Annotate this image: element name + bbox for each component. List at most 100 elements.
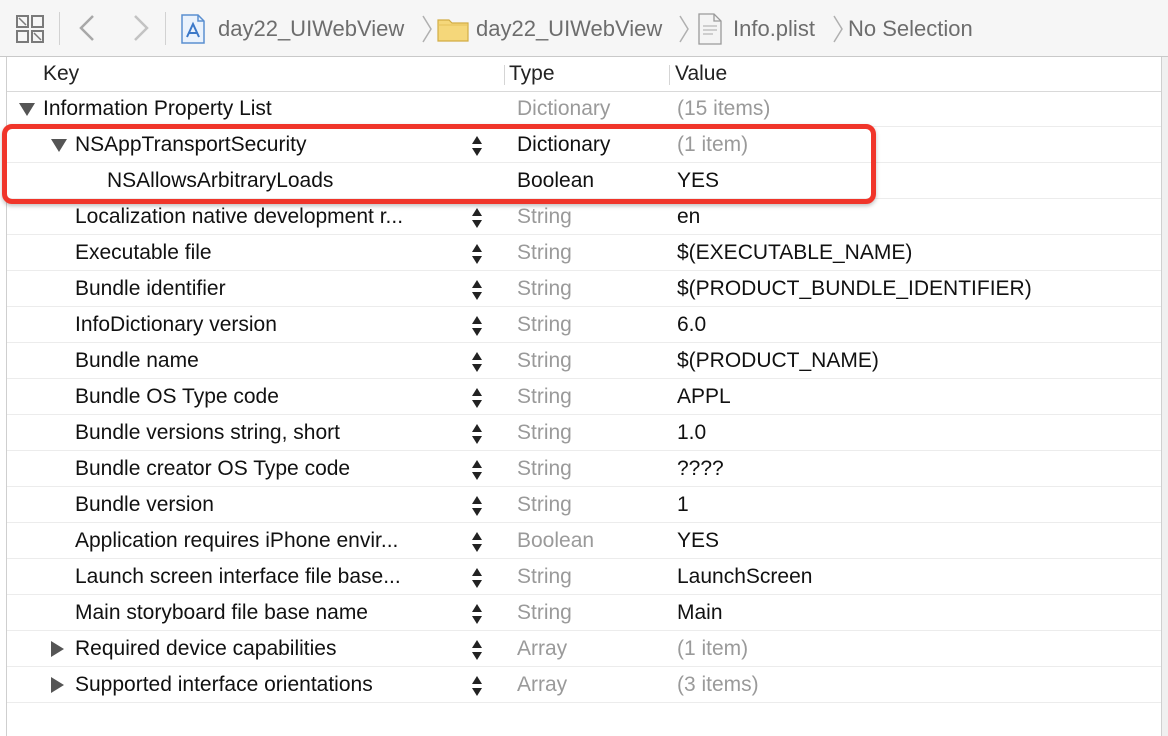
row-value[interactable]: APPL bbox=[677, 379, 731, 414]
row-key[interactable]: Required device capabilities bbox=[75, 631, 337, 666]
row-key[interactable]: Application requires iPhone envir... bbox=[75, 523, 398, 558]
row-key[interactable]: Main storyboard file base name bbox=[75, 595, 368, 630]
table-row[interactable]: NSAllowsArbitraryLoads Boolean YES bbox=[7, 163, 1161, 199]
key-popup-stepper-icon[interactable] bbox=[471, 494, 483, 518]
key-popup-stepper-icon[interactable] bbox=[471, 350, 483, 374]
row-key[interactable]: Bundle identifier bbox=[75, 271, 226, 306]
back-chevron-icon[interactable] bbox=[76, 13, 98, 43]
disclosure-expanded-icon[interactable] bbox=[51, 139, 67, 152]
row-type[interactable]: String bbox=[517, 199, 572, 234]
row-key[interactable]: Localization native development r... bbox=[75, 199, 403, 234]
row-type[interactable]: String bbox=[517, 415, 572, 450]
row-type[interactable]: String bbox=[517, 451, 572, 486]
disclosure-collapsed-icon[interactable] bbox=[51, 641, 64, 657]
table-row[interactable]: InfoDictionary version String 6.0 bbox=[7, 307, 1161, 343]
row-value[interactable]: (15 items) bbox=[677, 91, 770, 126]
row-value[interactable]: $(EXECUTABLE_NAME) bbox=[677, 235, 912, 270]
key-popup-stepper-icon[interactable] bbox=[471, 134, 483, 158]
column-header-key[interactable]: Key bbox=[43, 62, 79, 86]
table-row[interactable]: Supported interface orientations Array (3 … bbox=[7, 667, 1161, 703]
table-row[interactable]: Bundle creator OS Type code String???? bbox=[7, 451, 1161, 487]
table-row[interactable]: Launch screen interface file base... Stri… bbox=[7, 559, 1161, 595]
disclosure-expanded-icon[interactable] bbox=[19, 103, 35, 116]
row-type[interactable]: String bbox=[517, 487, 572, 522]
key-popup-stepper-icon[interactable] bbox=[471, 674, 483, 698]
inspector-edge bbox=[1162, 57, 1168, 736]
key-popup-stepper-icon[interactable] bbox=[471, 422, 483, 446]
table-row[interactable]: Required device capabilities Array (1 item… bbox=[7, 631, 1161, 667]
row-type[interactable]: String bbox=[517, 595, 572, 630]
column-header-type[interactable]: Type bbox=[509, 62, 555, 86]
row-value[interactable]: YES bbox=[677, 523, 719, 558]
breadcrumb-file[interactable]: Info.plist bbox=[733, 0, 815, 57]
column-divider[interactable] bbox=[669, 65, 670, 85]
key-popup-stepper-icon[interactable] bbox=[471, 386, 483, 410]
column-divider[interactable] bbox=[504, 65, 505, 85]
row-value[interactable]: (1 item) bbox=[677, 631, 748, 666]
key-popup-stepper-icon[interactable] bbox=[471, 638, 483, 662]
table-row[interactable]: NSAppTransportSecurity Dictionary (1 item) bbox=[7, 127, 1161, 163]
table-row[interactable]: Bundle OS Type code String APPL bbox=[7, 379, 1161, 415]
related-items-grid-icon[interactable] bbox=[16, 15, 44, 43]
table-row[interactable]: Information Property List Dictionary (15 i… bbox=[7, 91, 1161, 127]
row-value[interactable]: 1 bbox=[677, 487, 689, 522]
row-key[interactable]: InfoDictionary version bbox=[75, 307, 277, 342]
row-type[interactable]: Array bbox=[517, 667, 567, 702]
row-value[interactable]: (1 item) bbox=[677, 127, 748, 162]
key-popup-stepper-icon[interactable] bbox=[471, 206, 483, 230]
row-key[interactable]: Information Property List bbox=[43, 91, 272, 126]
row-key[interactable]: Bundle name bbox=[75, 343, 199, 378]
row-value[interactable]: 1.0 bbox=[677, 415, 706, 450]
row-type[interactable]: String bbox=[517, 307, 572, 342]
row-type[interactable]: Array bbox=[517, 631, 567, 666]
breadcrumb-project[interactable]: day22_UIWebView bbox=[218, 0, 404, 57]
row-type[interactable]: Boolean bbox=[517, 163, 594, 198]
row-key[interactable]: Supported interface orientations bbox=[75, 667, 373, 702]
row-key[interactable]: Bundle versions string, short bbox=[75, 415, 340, 450]
key-popup-stepper-icon[interactable] bbox=[471, 458, 483, 482]
row-type[interactable]: String bbox=[517, 343, 572, 378]
table-row[interactable]: Executable file String $(EXECUTABLE_NAME) bbox=[7, 235, 1161, 271]
row-key[interactable]: NSAllowsArbitraryLoads bbox=[107, 163, 333, 198]
row-key[interactable]: Bundle version bbox=[75, 487, 214, 522]
table-row[interactable]: Bundle identifier String $(PRODUCT_BUNDLE_… bbox=[7, 271, 1161, 307]
column-header-value[interactable]: Value bbox=[675, 62, 727, 86]
row-value[interactable]: YES bbox=[677, 163, 719, 198]
row-value[interactable]: LaunchScreen bbox=[677, 559, 812, 594]
breadcrumb-selection[interactable]: No Selection bbox=[848, 0, 973, 57]
disclosure-collapsed-icon[interactable] bbox=[51, 677, 64, 693]
row-key[interactable]: Bundle OS Type code bbox=[75, 379, 279, 414]
row-type[interactable]: Dictionary bbox=[517, 91, 610, 126]
row-type[interactable]: String bbox=[517, 235, 572, 270]
row-value[interactable]: Main bbox=[677, 595, 723, 630]
key-popup-stepper-icon[interactable] bbox=[471, 242, 483, 266]
row-type[interactable]: String bbox=[517, 379, 572, 414]
key-popup-stepper-icon[interactable] bbox=[471, 530, 483, 554]
table-row[interactable]: Bundle versions string, short String 1.0 bbox=[7, 415, 1161, 451]
table-row[interactable]: Localization native development r... Stri… bbox=[7, 199, 1161, 235]
row-value[interactable]: (3 items) bbox=[677, 667, 759, 702]
row-key[interactable]: NSAppTransportSecurity bbox=[75, 127, 306, 162]
table-row[interactable]: Bundle name String $(PRODUCT_NAME) bbox=[7, 343, 1161, 379]
table-row[interactable]: Main storyboard file base name String Main bbox=[7, 595, 1161, 631]
row-value[interactable]: $(PRODUCT_NAME) bbox=[677, 343, 879, 378]
row-type[interactable]: String bbox=[517, 559, 572, 594]
row-value[interactable]: en bbox=[677, 199, 700, 234]
key-popup-stepper-icon[interactable] bbox=[471, 314, 483, 338]
row-value[interactable]: 6.0 bbox=[677, 307, 706, 342]
row-key[interactable]: Executable file bbox=[75, 235, 212, 270]
row-key[interactable]: Launch screen interface file base... bbox=[75, 559, 401, 594]
row-value[interactable]: ???? bbox=[677, 451, 724, 486]
row-type[interactable]: Dictionary bbox=[517, 127, 610, 162]
row-value[interactable]: $(PRODUCT_BUNDLE_IDENTIFIER) bbox=[677, 271, 1032, 306]
row-key[interactable]: Bundle creator OS Type code bbox=[75, 451, 350, 486]
breadcrumb-folder[interactable]: day22_UIWebView bbox=[476, 0, 662, 57]
table-row[interactable]: Bundle version String 1 bbox=[7, 487, 1161, 523]
forward-chevron-icon[interactable] bbox=[130, 13, 152, 43]
key-popup-stepper-icon[interactable] bbox=[471, 602, 483, 626]
row-type[interactable]: Boolean bbox=[517, 523, 594, 558]
key-popup-stepper-icon[interactable] bbox=[471, 566, 483, 590]
key-popup-stepper-icon[interactable] bbox=[471, 278, 483, 302]
row-type[interactable]: String bbox=[517, 271, 572, 306]
table-row[interactable]: Application requires iPhone envir... Bool… bbox=[7, 523, 1161, 559]
